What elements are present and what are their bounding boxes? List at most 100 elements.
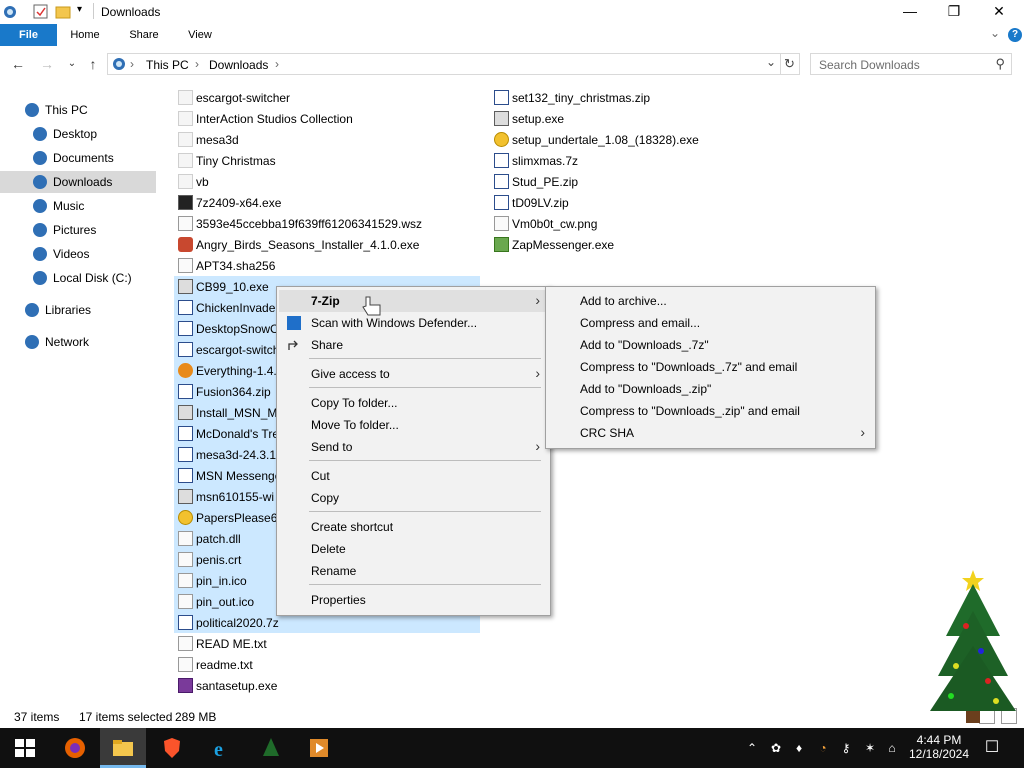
file-name: PapersPlease64 (196, 511, 285, 525)
menu-item-label: Compress and email... (580, 316, 701, 330)
list-item[interactable]: escargot-switcher (174, 87, 480, 108)
explorer-app-icon[interactable] (2, 3, 18, 21)
submenu-item-add-to-archive[interactable]: Add to archive... (548, 290, 873, 312)
list-item[interactable]: slimxmas.7z (490, 150, 790, 171)
list-item[interactable]: Angry_Birds_Seasons_Installer_4.1.0.exe (174, 234, 480, 255)
tab-view[interactable]: View (178, 24, 222, 46)
list-item[interactable]: readme.txt (174, 654, 480, 675)
list-item[interactable]: Stud_PE.zip (490, 171, 790, 192)
list-item[interactable]: santasetup.exe (174, 675, 480, 696)
tray-drop-icon[interactable]: ♦ (791, 740, 807, 756)
breadcrumb-downloads[interactable]: Downloads (209, 58, 268, 72)
search-input[interactable]: Search Downloads ⚲ (810, 53, 1012, 75)
file-name: pin_out.ico (196, 595, 255, 609)
list-item[interactable]: 3593e45ccebba19f639ff61206341529.wsz (174, 213, 480, 234)
menu-item-cut[interactable]: Cut (279, 465, 548, 487)
tree-99-icon[interactable] (259, 736, 283, 760)
file-name: ChickenInvade (196, 301, 276, 315)
list-item[interactable]: tD09LV.zip (490, 192, 790, 213)
media-player-icon[interactable] (307, 736, 331, 760)
network-tray-icon[interactable]: ✶ (862, 740, 878, 756)
address-dropdown-icon[interactable]: ⌄ (766, 55, 776, 69)
menu-item-copy[interactable]: Copy (279, 487, 548, 509)
submenu-item-add-to-7z[interactable]: Add to "Downloads_.7z" (548, 334, 873, 356)
tab-home[interactable]: Home (62, 24, 108, 46)
list-item[interactable]: ZapMessenger.exe (490, 234, 790, 255)
forward-button[interactable]: → (38, 55, 56, 73)
menu-item-rename[interactable]: Rename (279, 560, 548, 582)
refresh-button[interactable]: ↻ (780, 53, 800, 75)
internet-explorer-icon[interactable]: e (210, 736, 234, 760)
list-item[interactable]: Tiny Christmas (174, 150, 480, 171)
start-button[interactable] (13, 736, 37, 760)
menu-item-properties[interactable]: Properties (279, 589, 548, 611)
breadcrumb-this-pc[interactable]: This PC (146, 58, 189, 72)
menu-item-move-to-folder[interactable]: Move To folder... (279, 414, 548, 436)
list-item[interactable]: vb (174, 171, 480, 192)
notification-icon[interactable]: ☐ (984, 740, 1000, 756)
submenu-item-compress-zip-email[interactable]: Compress to "Downloads_.zip" and email (548, 400, 873, 422)
tray-key-icon[interactable]: ⚷ (838, 740, 854, 756)
christmas-tree-decoration (930, 570, 1016, 723)
search-icon[interactable]: ⚲ (995, 56, 1005, 72)
back-button[interactable]: ← (9, 55, 27, 73)
list-item[interactable]: APT34.sha256 (174, 255, 480, 276)
menu-item-give-access[interactable]: Give access to › (279, 363, 548, 385)
volume-tray-icon[interactable]: ⌂ (884, 740, 900, 756)
list-item[interactable]: 7z2409-x64.exe (174, 192, 480, 213)
list-item[interactable]: InterAction Studios Collection (174, 108, 480, 129)
share-icon (288, 340, 298, 350)
menu-item-scan-defender[interactable]: Scan with Windows Defender... (279, 312, 548, 334)
address-bar[interactable]: › This PC › Downloads › ⌄ (107, 53, 781, 75)
submenu-item-crc-sha[interactable]: CRC SHA › (548, 422, 873, 444)
firefox-icon[interactable] (63, 736, 87, 760)
clock[interactable]: 4:44 PM 12/18/2024 (906, 732, 972, 764)
close-button[interactable]: ✕ (976, 0, 1022, 24)
sidebar-item-downloads[interactable]: Downloads (0, 171, 156, 193)
minimize-button[interactable]: — (887, 0, 933, 24)
list-item[interactable]: setup_undertale_1.08_(18328).exe (490, 129, 790, 150)
menu-item-copy-to-folder[interactable]: Copy To folder... (279, 392, 548, 414)
submenu-item-add-to-zip[interactable]: Add to "Downloads_.zip" (548, 378, 873, 400)
sidebar-item-music[interactable]: Music (0, 195, 156, 217)
downloads-icon (33, 175, 47, 189)
clock-time: 4:44 PM (916, 733, 962, 747)
menu-item-delete[interactable]: Delete (279, 538, 548, 560)
sidebar-item-desktop[interactable]: Desktop (0, 123, 156, 145)
list-item[interactable]: mesa3d (174, 129, 480, 150)
sidebar-item-videos[interactable]: Videos (0, 243, 156, 265)
tray-search-icon[interactable]: ◔ (815, 740, 831, 756)
sidebar-item-pictures[interactable]: Pictures (0, 219, 156, 241)
menu-item-create-shortcut[interactable]: Create shortcut (279, 516, 548, 538)
menu-item-send-to[interactable]: Send to › (279, 436, 548, 458)
sidebar-item-local-disk[interactable]: Local Disk (C:) (0, 267, 156, 289)
help-icon[interactable]: ? (1008, 28, 1022, 42)
menu-item-share[interactable]: Share (279, 334, 548, 356)
sidebar-item-label: Music (53, 199, 85, 213)
ribbon-expand-icon[interactable]: ⌄ (990, 26, 1000, 40)
tray-app-icon[interactable]: ✿ (768, 740, 784, 756)
tab-file[interactable]: File (0, 24, 57, 46)
quick-access-dropdown-icon[interactable]: ▾ (77, 4, 82, 15)
sidebar-item-this-pc[interactable]: This PC (0, 99, 156, 121)
maximize-button[interactable]: ❐ (931, 0, 977, 24)
submenu-item-compress-7z-email[interactable]: Compress to "Downloads_.7z" and email (548, 356, 873, 378)
list-item[interactable]: Vm0b0t_cw.png (490, 213, 790, 234)
sidebar-item-libraries[interactable]: Libraries (0, 299, 156, 321)
recent-locations-button[interactable]: ⌄ (63, 55, 81, 73)
show-hidden-icons[interactable]: ⌃ (744, 740, 760, 756)
list-item[interactable]: READ ME.txt (174, 633, 480, 654)
menu-item-7zip[interactable]: 7-Zip › (279, 290, 548, 312)
properties-quick-icon[interactable] (33, 4, 49, 20)
submenu-item-compress-email[interactable]: Compress and email... (548, 312, 873, 334)
brave-icon[interactable] (160, 736, 184, 760)
new-folder-quick-icon[interactable] (55, 4, 71, 20)
file-name: mesa3d (196, 133, 239, 147)
tab-share[interactable]: Share (121, 24, 167, 46)
list-item[interactable]: set132_tiny_christmas.zip (490, 87, 790, 108)
sidebar-item-documents[interactable]: Documents (0, 147, 156, 169)
sidebar-item-network[interactable]: Network (0, 331, 156, 353)
file-explorer-icon[interactable] (111, 736, 135, 760)
list-item[interactable]: setup.exe (490, 108, 790, 129)
up-button[interactable]: ↑ (84, 55, 102, 73)
